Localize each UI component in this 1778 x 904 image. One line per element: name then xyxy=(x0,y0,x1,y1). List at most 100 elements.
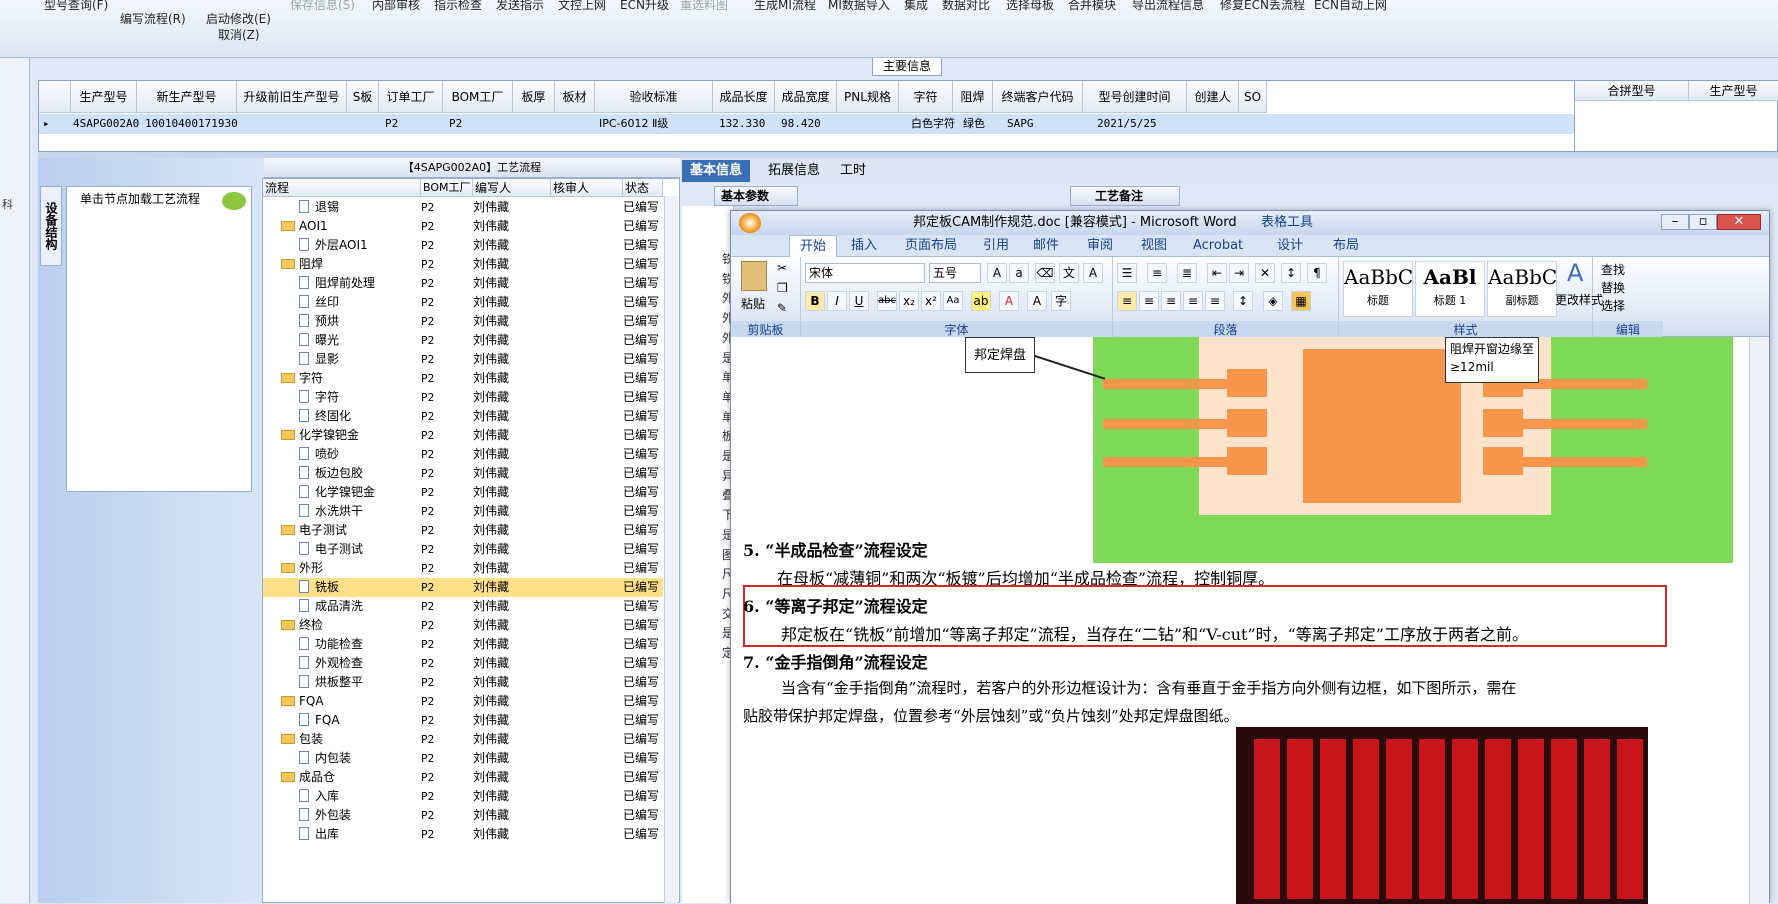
highlight-icon[interactable]: ab xyxy=(971,291,991,311)
doc-control-online-button[interactable]: 文控上网 xyxy=(558,0,606,13)
start-edit-button[interactable]: 启动修改(E) xyxy=(206,10,271,27)
tree-row[interactable]: 字符 P2 刘伟藏 已编写 xyxy=(263,388,663,407)
select-button[interactable]: 选择 xyxy=(1601,297,1625,314)
reselect-drawing-button[interactable]: 重选料图 xyxy=(680,0,728,13)
strikethrough-icon[interactable]: abc xyxy=(877,291,897,311)
increase-indent-icon[interactable]: ⇥ xyxy=(1229,263,1249,283)
tree-row[interactable]: 化学镍钯金 P2 刘伟藏 已编写 xyxy=(263,483,663,502)
grid-cell[interactable]: 2021/5/25 xyxy=(1097,114,1157,134)
tree-row[interactable]: 终固化 P2 刘伟藏 已编写 xyxy=(263,407,663,426)
tree-row[interactable]: 外包装 P2 刘伟藏 已编写 xyxy=(263,806,663,825)
tree-row[interactable]: 终检 P2 刘伟藏 已编写 xyxy=(263,616,663,635)
tab-basic-info[interactable]: 基本信息 xyxy=(682,160,751,182)
merge-module-button[interactable]: 合并模块 xyxy=(1068,0,1116,13)
tree-header[interactable]: BOM工厂 xyxy=(421,179,473,197)
tree-node-label[interactable]: 化学镍钯金 xyxy=(299,483,375,502)
tab-home[interactable]: 开始 xyxy=(789,235,838,257)
tree-node-label[interactable]: 阻焊前处理 xyxy=(299,274,375,293)
grid-header[interactable]: 生产型号 xyxy=(71,81,137,113)
tree-row[interactable]: 外层AOI1 P2 刘伟藏 已编写 xyxy=(263,236,663,255)
tab-extended-info[interactable]: 拓展信息 xyxy=(760,160,828,182)
tab-design[interactable]: 设计 xyxy=(1277,235,1303,257)
style-subtitle[interactable]: AaBbC 副标题 xyxy=(1487,261,1557,317)
phonetic-icon[interactable]: 文 xyxy=(1059,263,1079,283)
grid-header[interactable]: 订单工厂 xyxy=(379,81,443,113)
tree-row[interactable]: 板边包胶 P2 刘伟藏 已编写 xyxy=(263,464,663,483)
enclose-char-icon[interactable]: 字 xyxy=(1051,291,1071,311)
tree-node-label[interactable]: 显影 xyxy=(299,350,339,369)
tree-row[interactable]: 功能检查 P2 刘伟藏 已编写 xyxy=(263,635,663,654)
ecn-auto-online-button[interactable]: ECN自动上网 xyxy=(1314,0,1387,13)
tree-node-label[interactable]: 化学镍钯金 xyxy=(281,426,359,445)
align-left-icon[interactable]: ≡ xyxy=(1117,291,1137,311)
tree-node-label[interactable]: 字符 xyxy=(299,388,339,407)
tree-row[interactable]: 出库 P2 刘伟藏 已编写 xyxy=(263,825,663,844)
tree-row[interactable]: 包装 P2 刘伟藏 已编写 xyxy=(263,730,663,749)
bold-icon[interactable]: B xyxy=(805,291,825,311)
grid-cell[interactable]: IPC-6012 Ⅱ级 xyxy=(599,114,668,134)
data-compare-button[interactable]: 数据对比 xyxy=(942,0,990,13)
bullets-icon[interactable]: ☰ xyxy=(1117,263,1137,283)
grid-header[interactable]: 板材 xyxy=(555,81,595,113)
grid-header[interactable]: 新生产型号 xyxy=(137,81,237,113)
tree-node-label[interactable]: 阻焊 xyxy=(281,255,323,274)
format-painter-icon[interactable]: ✎ xyxy=(777,301,787,315)
office-button-icon[interactable] xyxy=(739,213,761,233)
grid-header[interactable]: PNL规格 xyxy=(837,81,899,113)
grid-cell[interactable]: 132.330 xyxy=(719,114,765,134)
send-instruction-button[interactable]: 发送指示 xyxy=(496,0,544,13)
tree-row[interactable]: 水洗烘干 P2 刘伟藏 已编写 xyxy=(263,502,663,521)
tree-scrollbar[interactable] xyxy=(664,196,678,903)
save-info-button[interactable]: 保存信息(S) xyxy=(290,0,355,13)
style-heading-1[interactable]: AaBl 标题 1 xyxy=(1415,261,1485,317)
grid-cell[interactable]: 98.420 xyxy=(781,114,821,134)
tab-insert[interactable]: 插入 xyxy=(851,235,877,257)
tree-node-label[interactable]: 预烘 xyxy=(299,312,339,331)
numbering-icon[interactable]: ≡ xyxy=(1147,263,1167,283)
tree-node-label[interactable]: 成品清洗 xyxy=(299,597,363,616)
grid-header[interactable]: 合拼型号 xyxy=(1575,81,1689,101)
tree-row[interactable]: 烘板整平 P2 刘伟藏 已编写 xyxy=(263,673,663,692)
justify-icon[interactable]: ≡ xyxy=(1183,291,1203,311)
tree-row[interactable]: FQA P2 刘伟藏 已编写 xyxy=(263,692,663,711)
tree-row[interactable]: 阻焊 P2 刘伟藏 已编写 xyxy=(263,255,663,274)
tab-review[interactable]: 审阅 xyxy=(1087,235,1113,257)
align-right-icon[interactable]: ≡ xyxy=(1161,291,1181,311)
tree-node-label[interactable]: 烘板整平 xyxy=(299,673,363,692)
export-flow-button[interactable]: 导出流程信息 xyxy=(1132,0,1204,13)
tree-node-label[interactable]: 电子测试 xyxy=(281,521,347,540)
document-page[interactable]: 邦定焊盘 阻焊开窗边缘至 ≥12mil 5. “半成品检查”流程设定 在母板“减… xyxy=(731,337,1749,904)
grow-font-icon[interactable]: A xyxy=(987,263,1007,283)
grid-header[interactable]: 升级前旧生产型号 xyxy=(237,81,347,113)
borders-icon[interactable]: ▦ xyxy=(1291,291,1311,311)
tree-row[interactable]: 字符 P2 刘伟藏 已编写 xyxy=(263,369,663,388)
grid-header[interactable]: 字符 xyxy=(899,81,953,113)
grid-header[interactable]: 成品宽度 xyxy=(775,81,837,113)
tree-node-label[interactable]: 水洗烘干 xyxy=(299,502,363,521)
tree-row[interactable]: 入库 P2 刘伟藏 已编写 xyxy=(263,787,663,806)
font-color-icon[interactable]: A xyxy=(999,291,1019,311)
tree-row[interactable]: 预烘 P2 刘伟藏 已编写 xyxy=(263,312,663,331)
line-spacing-icon[interactable]: ↕ xyxy=(1233,291,1253,311)
tree-row[interactable]: 成品仓 P2 刘伟藏 已编写 xyxy=(263,768,663,787)
distribute-icon[interactable]: ≡ xyxy=(1205,291,1225,311)
integrate-button[interactable]: 集成 xyxy=(904,0,928,13)
grid-header[interactable]: 板厚 xyxy=(513,81,555,113)
close-icon[interactable]: ✕ xyxy=(1717,214,1761,230)
generate-mi-flow-button[interactable]: 生成MI流程 xyxy=(754,0,816,13)
tab-references[interactable]: 引用 xyxy=(983,235,1009,257)
tree-row[interactable]: 外形 P2 刘伟藏 已编写 xyxy=(263,559,663,578)
tree-row[interactable]: 阻焊前处理 P2 刘伟藏 已编写 xyxy=(263,274,663,293)
tab-layout[interactable]: 布局 xyxy=(1333,235,1359,257)
tree-node-label[interactable]: 喷砂 xyxy=(299,445,339,464)
tree-row[interactable]: 喷砂 P2 刘伟藏 已编写 xyxy=(263,445,663,464)
tree-header[interactable]: 状态 xyxy=(623,179,663,197)
tree-node-label[interactable]: 出库 xyxy=(299,825,339,844)
tree-row[interactable]: 显影 P2 刘伟藏 已编写 xyxy=(263,350,663,369)
tree-row[interactable]: 外观检查 P2 刘伟藏 已编写 xyxy=(263,654,663,673)
grid-header[interactable]: 型号创建时间 xyxy=(1083,81,1187,113)
align-center-icon[interactable]: ≡ xyxy=(1139,291,1159,311)
tab-page-layout[interactable]: 页面布局 xyxy=(905,235,957,257)
shading-icon[interactable]: ◈ xyxy=(1263,291,1283,311)
paste-button[interactable]: 粘贴 xyxy=(741,295,765,312)
